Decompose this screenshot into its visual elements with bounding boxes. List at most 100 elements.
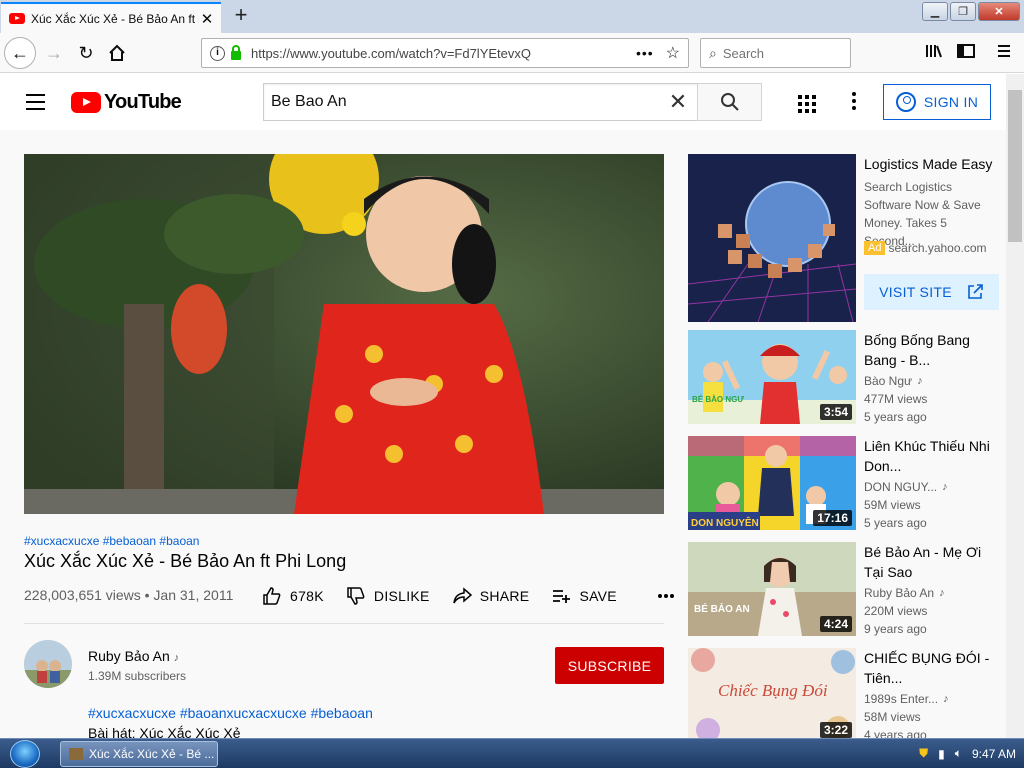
tab-close-icon[interactable]: ✕ [199,10,215,28]
sign-in-label: SIGN IN [923,94,979,110]
window-icon [69,748,83,760]
volume-icon[interactable]: 🔈︎ [955,746,962,761]
ad-thumbnail[interactable] [688,154,856,322]
ad-domain: search.yahoo.com [888,241,987,255]
video-channel-name[interactable]: Bào Ngư [864,374,912,388]
thumbnail-text: BÉ BẢO AN [694,602,750,615]
recommended-video[interactable]: BÉ BÀO NGƯ 3:54 Bống Bống Bang Bang - B.… [688,330,999,424]
scrollbar-thumb[interactable] [1008,90,1022,242]
apps-grid-icon[interactable] [798,95,816,113]
video-title[interactable]: Bé Bảo An - Mẹ Ơi Tại Sao [864,542,992,582]
browser-tab[interactable]: Xúc Xắc Xúc Xẻ - Bé Bảo An ft Ph ✕ [1,2,221,33]
home-icon [109,44,125,61]
forward-button[interactable]: → [38,37,70,69]
home-button[interactable] [101,37,133,69]
video-thumbnail[interactable]: DON NGUYÊN 17:16 [688,436,856,530]
recommended-video[interactable]: Chiếc Bụng Đói 3:22 CHIẾC BỤNG ĐÓI - Tiê… [688,648,999,738]
youtube-logo[interactable]: YouTube [71,91,182,114]
sign-in-button[interactable]: SIGN IN [883,84,991,120]
thumbs-up-icon [263,587,281,605]
video-hashtags[interactable]: #xucxacxucxe #bebaoan #baoan [24,534,199,548]
video-channel[interactable]: DON NGUY... ♪ [864,480,948,494]
video-thumbnail[interactable]: BÉ BÀO NGƯ 3:54 [688,330,856,424]
taskbar-item-label: Xúc Xắc Xúc Xẻ - Bé ... [89,747,215,761]
page-actions-icon[interactable]: ••• [636,45,654,61]
browser-search-input[interactable]: ⌕ Search [700,38,851,68]
channel-name[interactable]: Ruby Bảo An ♪ [88,648,179,664]
visit-site-label: VISIT SITE [879,284,952,300]
share-button[interactable]: SHARE [452,586,530,606]
video-age: 9 years ago [864,622,927,636]
video-title: Xúc Xắc Xúc Xẻ - Bé Bảo An ft Phi Long [24,551,347,571]
save-button[interactable]: SAVE [551,586,617,606]
sidebar-icon[interactable] [957,43,975,64]
account-icon [895,92,916,112]
video-thumbnail[interactable]: Chiếc Bụng Đói 3:22 [688,648,856,738]
video-duration: 17:16 [813,510,852,526]
maximize-button[interactable]: ❐ [950,2,976,21]
description-line: Bài hát: Xúc Xắc Xúc Xẻ [88,725,241,738]
video-title[interactable]: CHIẾC BỤNG ĐÓI - Tiên... [864,648,992,688]
taskbar-firefox-item[interactable]: Xúc Xắc Xúc Xẻ - Bé ... [60,741,218,767]
bookmark-star-icon[interactable]: ☆ [666,43,680,63]
channel-name-text[interactable]: Ruby Bảo An [88,648,170,664]
search-icon: ⌕ [709,44,717,61]
settings-more-icon[interactable] [852,92,856,113]
search-icon [720,93,739,111]
reload-button[interactable]: ↻ [70,37,102,69]
guide-menu-icon[interactable] [26,94,45,115]
more-actions-icon[interactable] [657,593,675,599]
minimize-button[interactable]: ▁ [922,2,948,21]
security-shield-icon[interactable]: ⛊ [919,746,928,761]
like-button[interactable]: 678K [262,586,324,606]
window-close-button[interactable]: ✕ [978,2,1020,21]
page-scrollbar[interactable] [1006,74,1024,738]
url-bar[interactable]: i https://www.youtube.com/watch?v=Fd7lYE… [201,38,689,68]
video-views: 58M views [864,710,921,724]
back-button[interactable]: ← [4,37,36,69]
network-icon[interactable]: ▮ [938,747,945,761]
search-value[interactable]: Be Bao An [271,93,658,111]
video-title[interactable]: Liên Khúc Thiếu Nhi Don... [864,436,992,476]
video-channel[interactable]: 1989s Enter... ♪ [864,692,949,706]
description-hashtags[interactable]: #xucxacxucxe #baoanxucxacxucxe #bebaoan [88,705,373,721]
search-input[interactable]: Be Bao An ✕ [263,83,698,121]
video-title[interactable]: Bống Bống Bang Bang - B... [864,330,992,370]
clear-search-icon[interactable]: ✕ [658,89,698,115]
sidebar-ad[interactable]: Logistics Made Easy Search Logistics Sof… [688,154,999,322]
video-duration: 4:24 [819,616,852,632]
music-note-icon: ♪ [943,693,949,705]
video-age: 4 years ago [864,728,927,738]
video-actions: 678K DISLIKE SHARE SAVE [262,586,697,606]
library-icon[interactable] [925,43,943,64]
window-controls: ▁ ❐ ✕ [922,2,1020,21]
ad-badge-row: Ad search.yahoo.com [864,241,987,255]
visit-site-button[interactable]: VISIT SITE [864,274,999,310]
video-channel-name[interactable]: Ruby Bảo An [864,586,934,600]
video-age: 5 years ago [864,410,927,424]
video-channel[interactable]: Bào Ngư ♪ [864,374,923,388]
video-channel[interactable]: Ruby Bảo An ♪ [864,586,945,600]
video-channel-name[interactable]: 1989s Enter... [864,692,938,706]
url-text[interactable]: https://www.youtube.com/watch?v=Fd7lYEte… [251,46,636,61]
video-channel-name[interactable]: DON NGUY... [864,480,937,494]
search-button[interactable] [697,83,762,121]
ad-title[interactable]: Logistics Made Easy [864,156,992,172]
system-tray: ⛊ ▮ 🔈︎ 9:47 AM [919,746,1016,761]
taskbar: Xúc Xắc Xúc Xẻ - Bé ... ⛊ ▮ 🔈︎ 9:47 AM [0,738,1024,768]
recommended-video[interactable]: BÉ BẢO AN 4:24 Bé Bảo An - Mẹ Ơi Tại Sao… [688,542,999,636]
like-count: 678K [290,588,324,604]
clock[interactable]: 9:47 AM [972,747,1016,761]
thumbnail-text: DON NGUYÊN [691,516,759,529]
start-button[interactable] [10,740,40,768]
new-tab-button[interactable]: + [229,4,253,28]
dislike-button[interactable]: DISLIKE [346,586,430,606]
recommended-video[interactable]: DON NGUYÊN 17:16 Liên Khúc Thiếu Nhi Don… [688,436,999,530]
channel-avatar[interactable] [24,640,72,688]
video-player[interactable] [24,154,664,514]
menu-icon[interactable] [996,43,1012,64]
info-icon[interactable]: i [210,45,225,61]
subscribe-button[interactable]: SUBSCRIBE [555,647,664,684]
music-note-icon: ♪ [942,481,948,493]
video-thumbnail[interactable]: BÉ BẢO AN 4:24 [688,542,856,636]
